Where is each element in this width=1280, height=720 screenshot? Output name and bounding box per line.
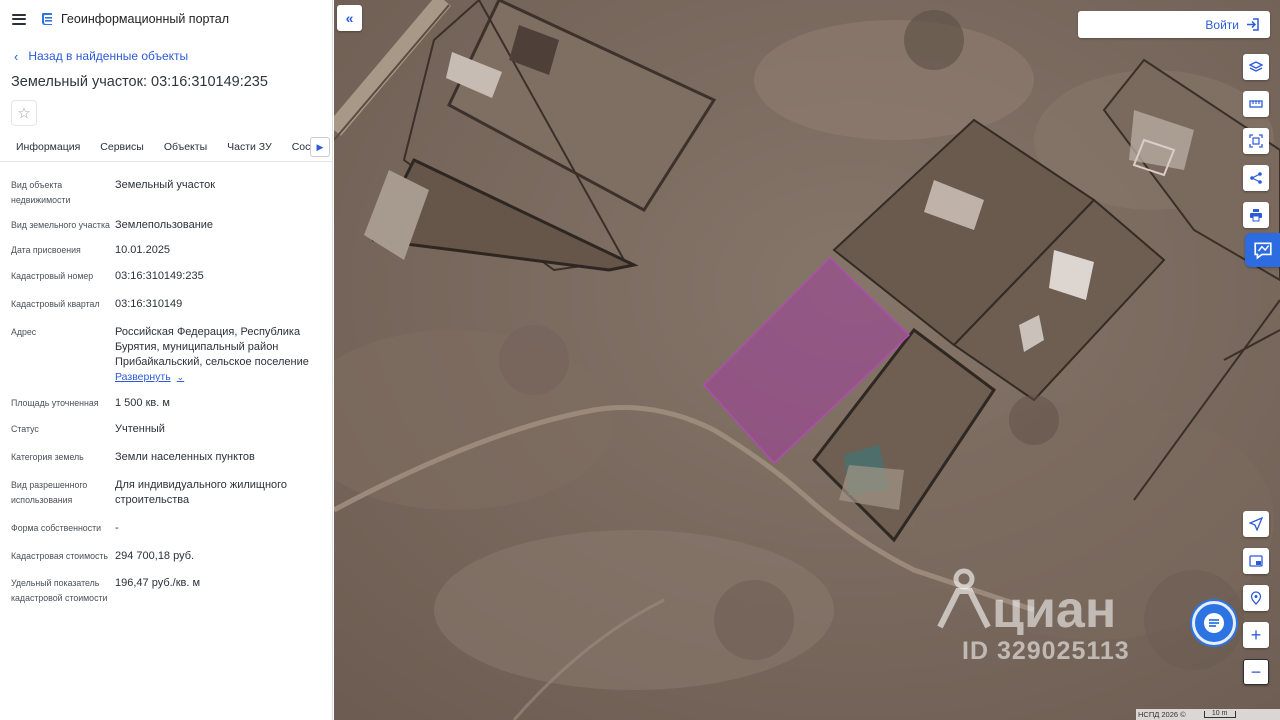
login-label: Войти: [1205, 17, 1239, 32]
print-button[interactable]: [1243, 202, 1269, 228]
prop-row: Вид объекта недвижимости Земельный участ…: [11, 178, 332, 208]
expand-label: Развернуть: [115, 371, 171, 383]
prop-value: 03:16:310149:235: [115, 270, 204, 282]
layers-button[interactable]: [1243, 54, 1269, 80]
prop-value: Земельный участок: [115, 179, 216, 191]
scale-bar: 10 m: [1203, 710, 1236, 718]
share-icon: [1250, 172, 1262, 184]
measure-button[interactable]: [1243, 91, 1269, 117]
prop-value: Земли населенных пунктов: [115, 451, 255, 463]
prop-label: Категория земель: [11, 452, 84, 462]
menu-icon[interactable]: [12, 13, 26, 25]
expand-address-link[interactable]: Развернуть ⌄: [115, 370, 184, 385]
select-area-button[interactable]: [1243, 128, 1269, 154]
navigation-arrow-icon: [1249, 517, 1263, 531]
object-title: Земельный участок: 03:16:310149:235: [11, 74, 268, 90]
prop-label: Вид объекта недвижимости: [11, 180, 71, 205]
collapse-panel-button[interactable]: «: [337, 5, 362, 31]
login-button[interactable]: Войти: [1078, 11, 1270, 38]
prop-row: Кадастровый номер 03:16:310149:235: [11, 269, 332, 284]
chat-bubble-icon: [1204, 613, 1224, 633]
support-chat-button[interactable]: [1192, 601, 1236, 645]
chevron-down-icon: ⌄: [176, 372, 185, 382]
prop-value: -: [115, 522, 119, 534]
prop-label: Дата присвоения: [11, 245, 81, 255]
prop-label: Удельный показатель кадастровой стоимост…: [11, 578, 108, 603]
search-location-button[interactable]: [1243, 585, 1269, 611]
prop-row: Кадастровая стоимость 294 700,18 руб.: [11, 549, 332, 564]
prop-label: Вид разрешенного использования: [11, 480, 88, 505]
layers-icon: [1249, 61, 1263, 72]
double-chevron-left-icon: «: [345, 10, 354, 26]
property-list: Вид объекта недвижимости Земельный участ…: [0, 178, 332, 606]
prop-label: Кадастровая стоимость: [11, 551, 109, 561]
star-icon: ☆: [17, 105, 31, 122]
back-to-results-link[interactable]: ‹ Назад в найденные объекты: [0, 46, 332, 66]
tab-services[interactable]: Сервисы: [93, 132, 151, 161]
prop-value: 294 700,18 руб.: [115, 550, 195, 562]
prop-row: Категория земель Земли населенных пункто…: [11, 450, 332, 465]
prop-value: Землепользование: [115, 219, 214, 231]
chevron-left-icon: ‹: [14, 48, 19, 64]
prop-row: Дата присвоения 10.01.2025: [11, 243, 332, 258]
prop-label: Кадастровый квартал: [11, 299, 100, 309]
prop-value: 1 500 кв. м: [115, 397, 170, 409]
map-attribution-scale: НСПД 2026 © 10 m: [1136, 709, 1280, 720]
login-icon: [1247, 18, 1259, 31]
prop-value: 03:16:310149: [115, 298, 183, 310]
triangle-right-icon: ▶: [316, 141, 324, 152]
minus-icon: −: [1250, 662, 1262, 682]
prop-row: Вид разрешенного использования Для индив…: [11, 478, 332, 508]
tabs-scroll-right-button[interactable]: ▶: [310, 137, 330, 157]
prop-row: Площадь уточненная 1 500 кв. м: [11, 396, 332, 411]
favorite-button[interactable]: ☆: [11, 100, 37, 126]
prop-label: Адрес: [11, 327, 37, 337]
pkk-mode-button[interactable]: [1245, 233, 1280, 267]
plus-icon: +: [1250, 625, 1262, 645]
location-pin-icon: [1250, 591, 1262, 605]
prop-value: 10.01.2025: [115, 244, 171, 256]
attribution-text: НСПД 2026 ©: [1138, 710, 1186, 719]
print-icon: [1250, 209, 1262, 222]
prop-value: Учтенный: [115, 423, 165, 435]
picture-in-picture-icon: [1249, 555, 1263, 567]
object-tabs: Информация Сервисы Объекты Части ЗУ Сост…: [0, 132, 332, 162]
panel-header: Геоинформационный портал: [0, 0, 332, 38]
satellite-imagery: [334, 0, 1280, 720]
satellite-map[interactable]: [334, 0, 1280, 720]
prop-row: Адрес Российская Федерация, Республика Б…: [11, 325, 332, 385]
prop-row: Форма собственности -: [11, 521, 332, 536]
prop-label: Вид земельного участка: [11, 220, 110, 230]
tab-objects[interactable]: Объекты: [157, 132, 214, 161]
prop-value: Российская Федерация, Республика Бурятия…: [115, 325, 325, 385]
prop-label: Площадь уточненная: [11, 398, 99, 408]
prop-label: Форма собственности: [11, 523, 102, 533]
back-link-label: Назад в найденные объекты: [28, 49, 189, 63]
share-button[interactable]: [1243, 165, 1269, 191]
prop-label: Статус: [11, 424, 39, 434]
zoom-in-button[interactable]: +: [1243, 622, 1269, 648]
select-area-icon: [1249, 134, 1263, 148]
tab-info[interactable]: Информация: [9, 132, 88, 161]
portal-logo-icon: [42, 13, 52, 25]
prop-value: Для индивидуального жилищного строительс…: [115, 479, 288, 506]
tab-parts[interactable]: Части ЗУ: [220, 132, 279, 161]
locate-me-button[interactable]: [1243, 511, 1269, 537]
address-text: Российская Федерация, Республика Бурятия…: [115, 326, 309, 368]
prop-row: Удельный показатель кадастровой стоимост…: [11, 576, 332, 606]
prop-row: Статус Учтенный: [11, 422, 332, 437]
chat-map-icon: [1254, 242, 1272, 260]
prop-row: Кадастровый квартал 03:16:310149: [11, 297, 332, 312]
prop-value: 196,47 руб./кв. м: [115, 577, 201, 589]
ruler-icon: [1249, 100, 1263, 108]
zoom-out-button[interactable]: −: [1243, 659, 1269, 685]
info-panel: Геоинформационный портал ‹ Назад в найде…: [0, 0, 333, 720]
minimap-button[interactable]: [1243, 548, 1269, 574]
prop-label: Кадастровый номер: [11, 271, 94, 281]
prop-row: Вид земельного участка Землепользование: [11, 218, 332, 233]
app-title: Геоинформационный портал: [61, 12, 230, 26]
